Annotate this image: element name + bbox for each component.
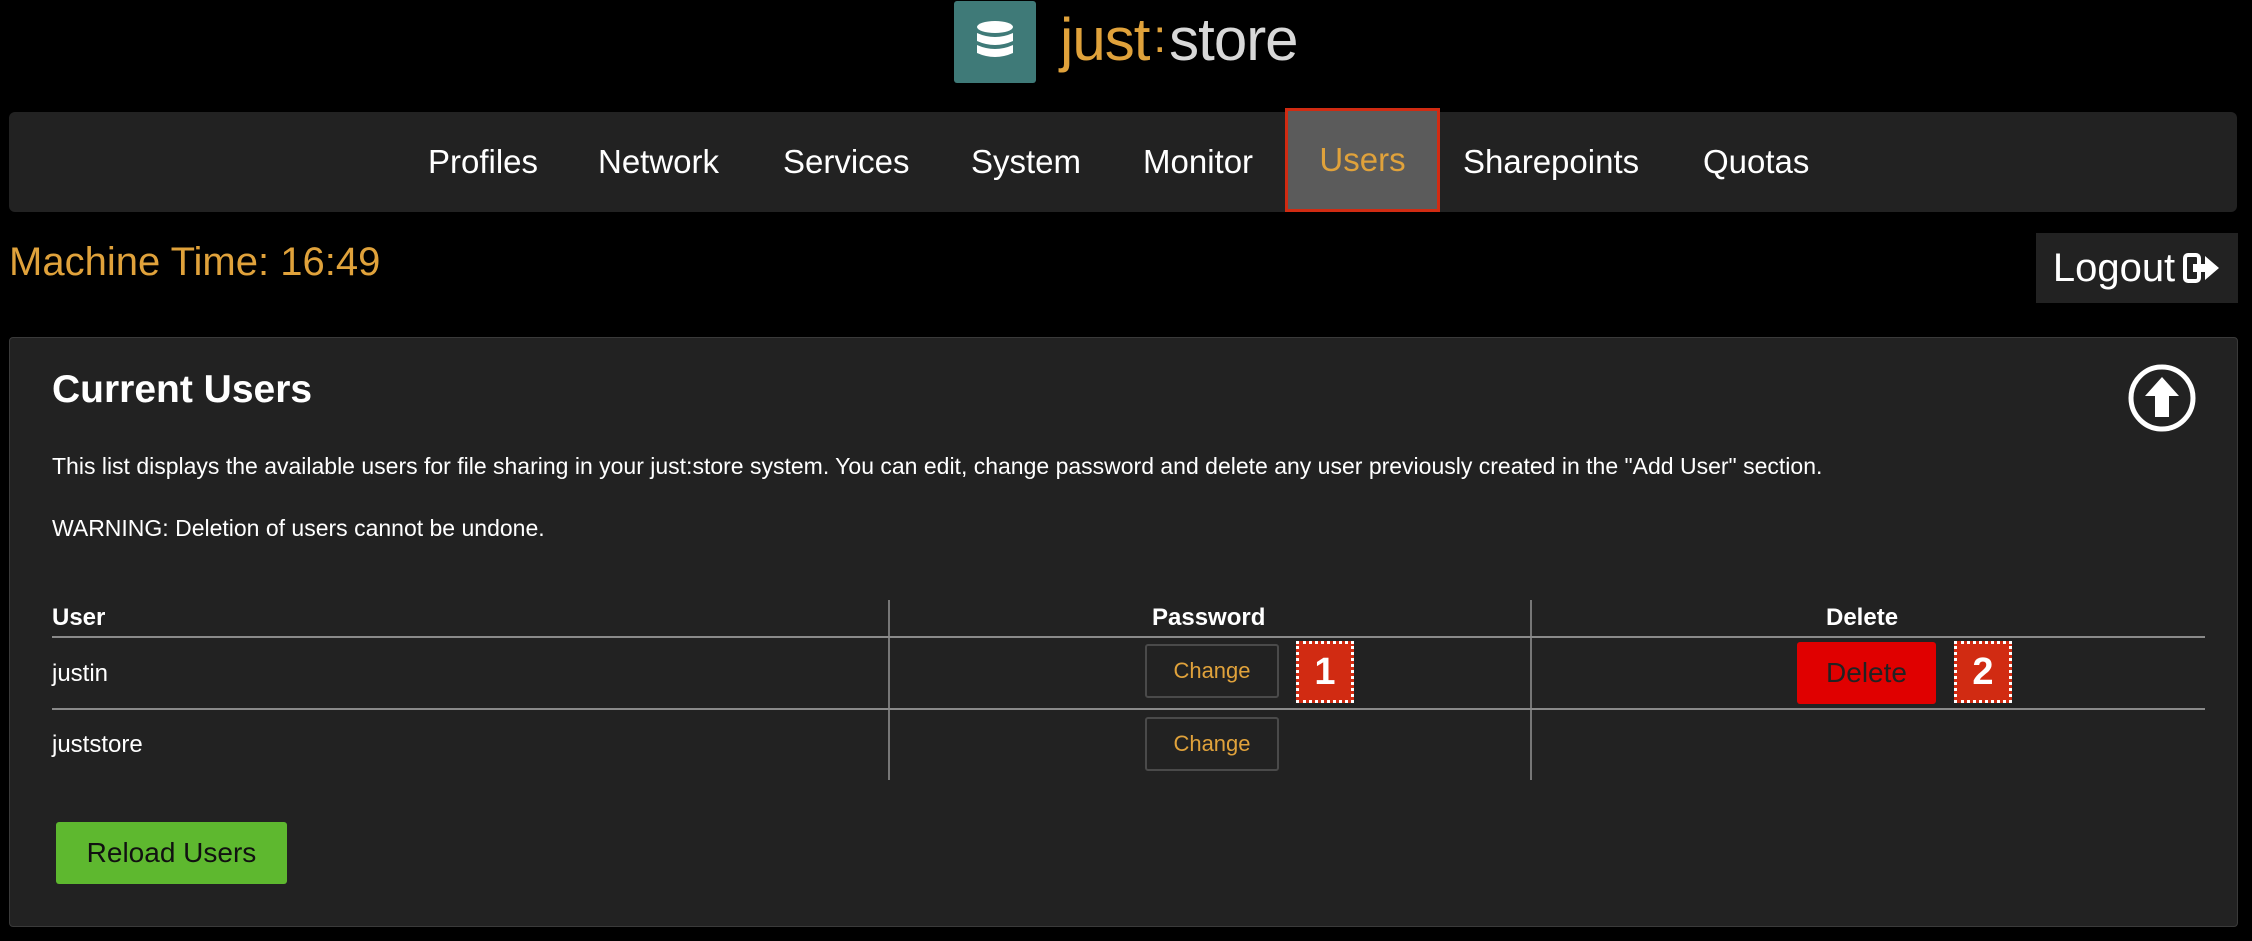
column-divider	[1530, 638, 1532, 708]
database-stack-icon	[954, 1, 1036, 83]
logout-button[interactable]: Logout	[2036, 233, 2238, 303]
brand-just: just	[1060, 6, 1150, 73]
nav-monitor[interactable]: Monitor	[1143, 112, 1253, 212]
table-row-user: juststore	[52, 731, 143, 758]
brand-colon: :	[1153, 10, 1166, 62]
nav-services[interactable]: Services	[783, 112, 910, 212]
main-nav: Profiles Network Services System Monitor…	[9, 108, 2237, 212]
panel-title: Current Users	[52, 368, 313, 411]
nav-quotas[interactable]: Quotas	[1703, 112, 1809, 212]
change-password-button[interactable]: Change	[1145, 644, 1279, 698]
machine-time: Machine Time: 16:49	[9, 240, 381, 284]
change-password-button[interactable]: Change	[1145, 717, 1279, 771]
sign-out-icon	[2183, 253, 2220, 283]
nav-sharepoints[interactable]: Sharepoints	[1463, 112, 1639, 212]
annotation-badge-1: 1	[1296, 641, 1354, 703]
nav-profiles[interactable]: Profiles	[428, 112, 538, 212]
annotation-badge-2: 2	[1954, 641, 2012, 703]
app-logo: just:store	[954, 0, 1299, 84]
column-divider	[1530, 710, 1532, 780]
table-row-user: justin	[52, 660, 109, 687]
nav-users[interactable]: Users	[1285, 108, 1440, 212]
current-users-panel: Current Users This list displays the ava…	[9, 337, 2238, 927]
arrow-up-circle-icon[interactable]	[2127, 363, 2197, 433]
brand-store: store	[1169, 6, 1298, 73]
row-divider	[52, 708, 2205, 710]
column-header-user: User	[52, 604, 106, 631]
nav-network[interactable]: Network	[598, 112, 719, 212]
column-divider	[888, 638, 890, 708]
nav-system[interactable]: System	[971, 112, 1081, 212]
reload-users-button[interactable]: Reload Users	[56, 822, 287, 884]
header-divider	[52, 636, 2205, 638]
deletion-warning: WARNING: Deletion of users cannot be und…	[52, 515, 545, 541]
delete-user-button[interactable]: Delete	[1797, 642, 1936, 704]
panel-description: This list displays the available users f…	[52, 453, 1823, 479]
brand-name: just:store	[1060, 10, 1299, 74]
column-header-delete: Delete	[1826, 604, 1899, 631]
column-divider	[888, 710, 890, 780]
column-header-password: Password	[1152, 604, 1266, 631]
logout-label: Logout	[2052, 245, 2176, 290]
